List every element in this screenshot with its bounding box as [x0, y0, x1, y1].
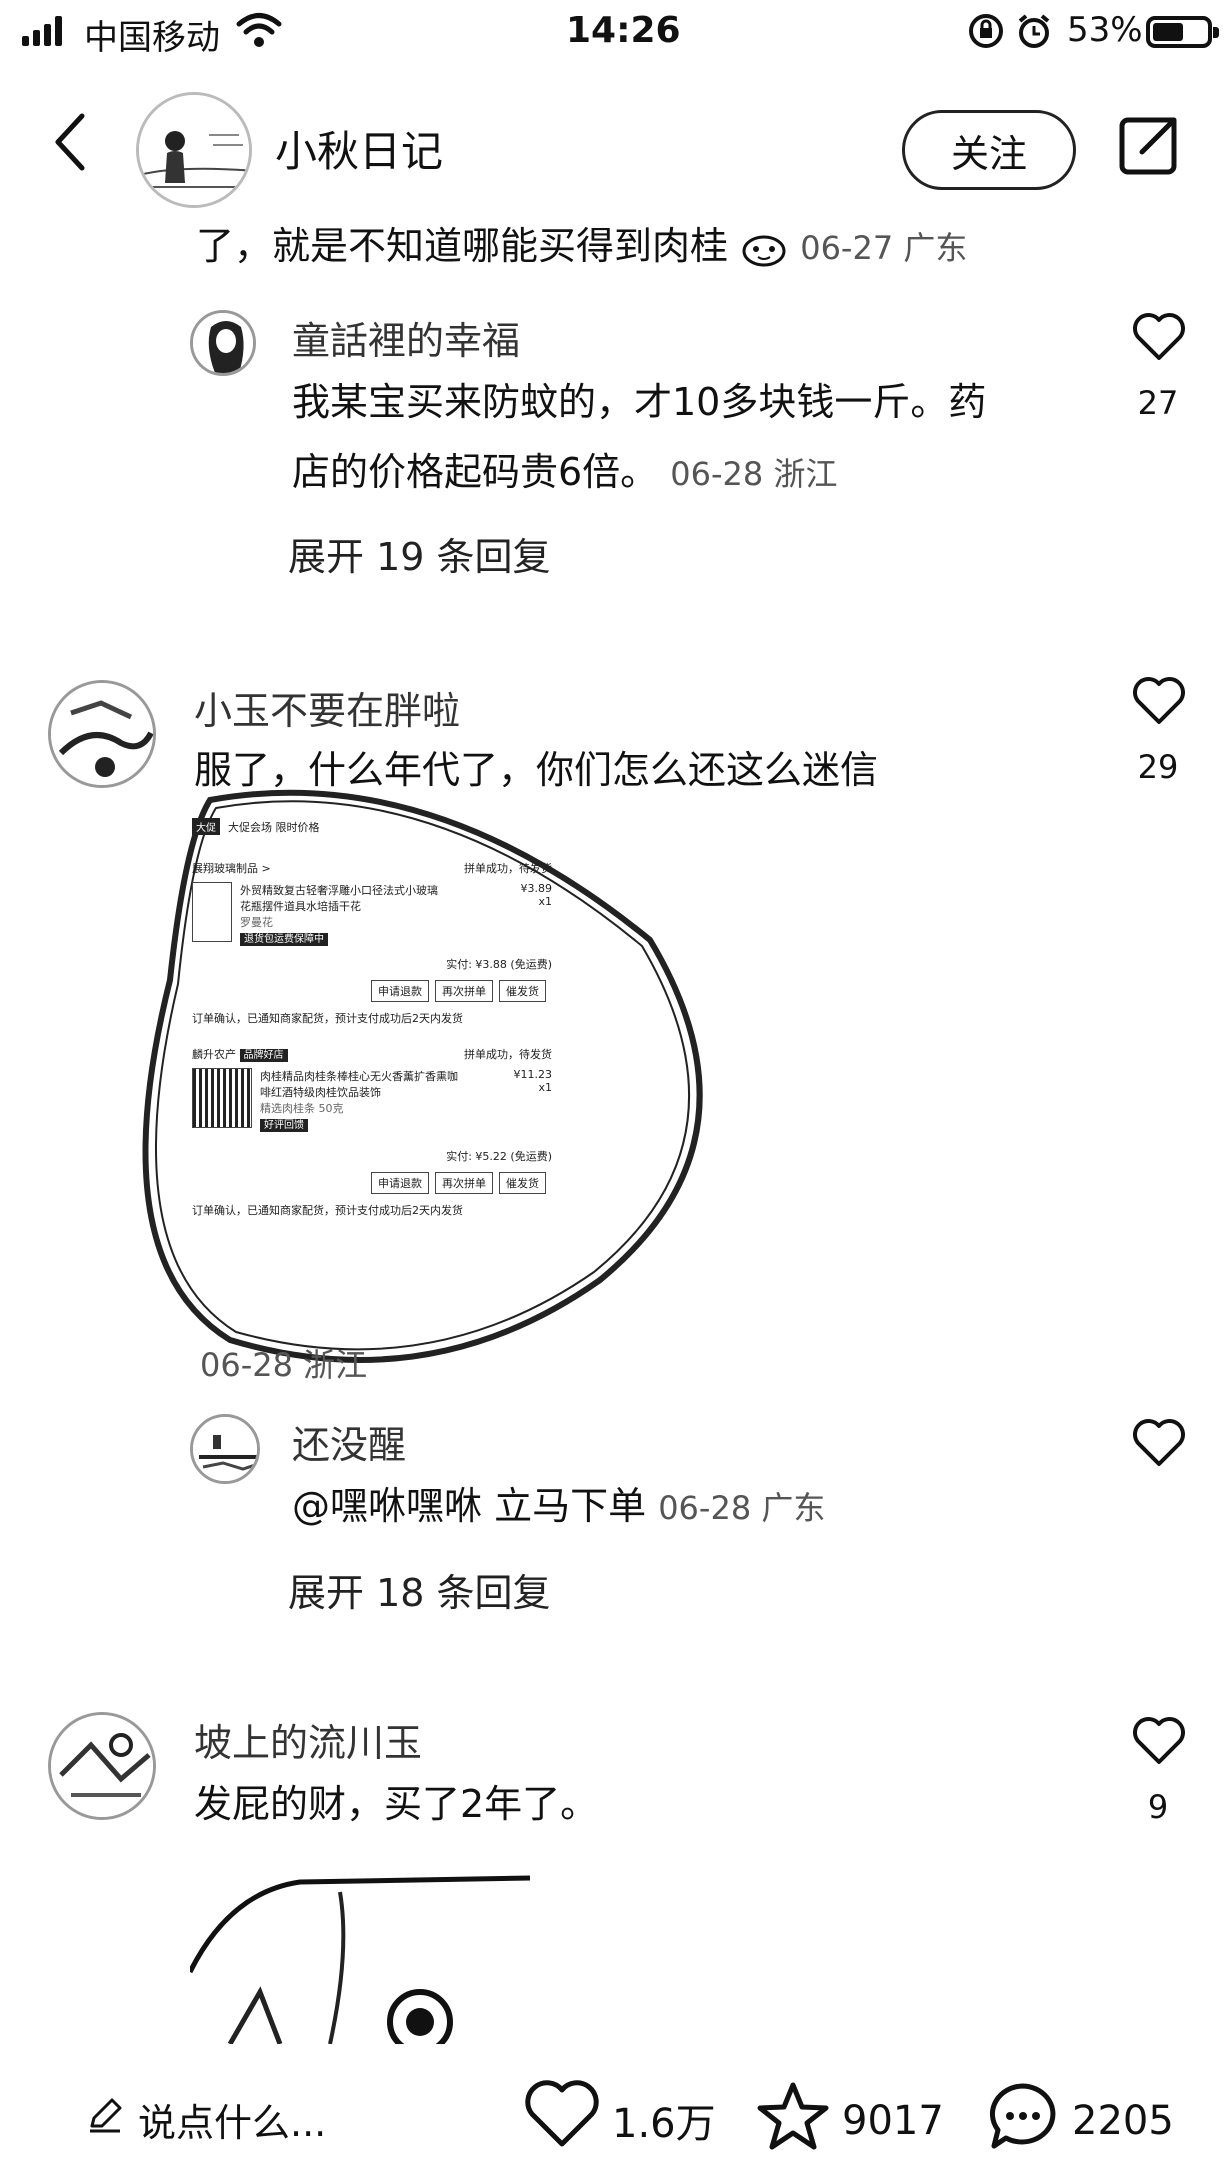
comment-text: 发屁的财，买了2年了。 [194, 1782, 599, 1826]
product-title: 肉桂精品肉桂条棒桂心无火香薰扩香熏咖 啡红酒特级肉桂饮品装饰 精选肉桂条 50克… [260, 1070, 458, 1132]
product-price: ¥11.23 [513, 1068, 553, 1081]
like-icon[interactable] [1130, 312, 1188, 366]
comment-total: 2205 [1072, 2098, 1174, 2144]
truncated-comment: 了，就是不知道哪能买得到肉桂 06-27 广东 [196, 216, 1056, 278]
emoji-icon [740, 224, 800, 268]
commenter-avatar[interactable] [190, 310, 256, 376]
back-button[interactable] [52, 112, 86, 176]
like-icon[interactable] [1130, 1716, 1188, 1770]
paid-amount: 实付: ¥3.88 (免运费) [446, 958, 552, 971]
commenter-avatar[interactable] [48, 1712, 156, 1820]
carrier-name: 中国移动 [84, 18, 220, 58]
refund-button: 申请退款 [371, 980, 429, 1002]
share-icon[interactable] [1118, 114, 1180, 180]
battery-icon [1146, 16, 1219, 48]
urge-shipping-button: 催发货 [499, 1172, 546, 1194]
commenter-name[interactable]: 还没醒 [292, 1414, 406, 1469]
favorite-button[interactable]: 9017 [756, 2080, 944, 2162]
wifi-icon [236, 10, 282, 59]
status-time: 14:26 [566, 10, 681, 51]
reorder-button: 再次拼单 [435, 980, 493, 1002]
alarm-icon [1015, 12, 1053, 59]
pencil-icon [86, 2096, 124, 2143]
paid-amount: 实付: ¥5.22 (免运费) [446, 1150, 552, 1163]
order-notice: 订单确认，已通知商家配货，预计支付成功后2天内发货 [192, 1012, 463, 1025]
comment-button[interactable]: 2205 [986, 2080, 1174, 2162]
comment-date: 06-28 浙江 [200, 1346, 368, 1384]
product-price: ¥3.89 [520, 882, 553, 895]
order-status: 拼单成功，待发货 [464, 862, 552, 875]
comment-image[interactable] [190, 1872, 530, 2044]
commenter-avatar[interactable] [48, 680, 156, 788]
expand-replies-button[interactable]: 展开 19 条回复 [288, 526, 551, 581]
truncated-comment-text: 了，就是不知道哪能买得到肉桂 [196, 224, 729, 268]
like-icon[interactable] [1130, 1418, 1188, 1472]
favorite-total: 9017 [842, 2098, 944, 2144]
comment-text: 我某宝买来防蚊的，才10多块钱一斤。药 [292, 380, 987, 424]
promo-header: 大促会场 限时价格 [228, 820, 320, 834]
order-status: 拼单成功，待发货 [464, 1048, 552, 1061]
comment-text-line2: 店的价格起码贵6倍。 [292, 450, 659, 494]
follow-button[interactable]: 关注 [902, 110, 1076, 190]
comment-text: @嘿咻嘿咻 立马下单 06-28 广东 [292, 1476, 825, 1538]
refund-button: 申请退款 [371, 1172, 429, 1194]
product-qty: x1 [538, 1081, 552, 1094]
status-bar: 中国移动 14:26 53% [0, 0, 1227, 64]
author-name[interactable]: 小秋日记 [275, 118, 443, 179]
signal-strength-icon [22, 16, 62, 46]
like-count: 9 [1147, 1788, 1169, 1826]
comment-date: 06-28 广东 [658, 1489, 826, 1527]
like-button[interactable]: 1.6万 [524, 2080, 716, 2160]
shop-name: 展翔玻璃制品 > [192, 862, 271, 875]
comment-date: 06-28 浙江 [670, 455, 838, 493]
order-notice: 订单确认，已通知商家配货，预计支付成功后2天内发货 [192, 1204, 463, 1217]
urge-shipping-button: 催发货 [499, 980, 546, 1002]
promo-badge: 大促 [192, 818, 220, 835]
like-count: 29 [1137, 748, 1179, 786]
like-total: 1.6万 [612, 2101, 716, 2147]
product-title: 外贸精致复古轻奢浮雕小口径法式小玻璃 花瓶摆件道具水培插干花 罗曼花 退货包运费… [240, 884, 438, 946]
reorder-button: 再次拼单 [435, 1172, 493, 1194]
product-thumbnail [192, 1068, 252, 1128]
commenter-name[interactable]: 童話裡的幸福 [292, 310, 520, 365]
product-thumbnail [192, 882, 232, 942]
like-count: 27 [1137, 384, 1179, 422]
shop-name: 麟升农产 [192, 1048, 236, 1061]
heart-icon [524, 2080, 600, 2160]
commenter-name[interactable]: 坡上的流川玉 [194, 1712, 422, 1767]
expand-replies-button[interactable]: 展开 18 条回复 [288, 1562, 551, 1617]
comment-text: 店的价格起码贵6倍。 06-28 浙江 [292, 442, 837, 504]
comment-input-placeholder: 说点什么... [138, 2101, 327, 2145]
like-icon[interactable] [1130, 676, 1188, 730]
reply-text: @嘿咻嘿咻 立马下单 [292, 1484, 647, 1528]
rotation-lock-icon [967, 12, 1005, 59]
author-avatar[interactable] [136, 92, 252, 208]
product-qty: x1 [538, 895, 552, 908]
comment-date: 06-27 广东 [800, 229, 968, 267]
order-screenshot: 大促 大促会场 限时价格 展翔玻璃制品 > 拼单成功，待发货 外贸精致复古轻奢浮… [192, 810, 552, 1310]
shop-tag: 品牌好店 [239, 1049, 288, 1062]
battery-percentage: 53% [1067, 10, 1143, 50]
star-icon [756, 2080, 830, 2162]
commenter-avatar[interactable] [190, 1414, 260, 1484]
comment-input[interactable]: 说点什么... [86, 2092, 326, 2147]
commenter-name[interactable]: 小玉不要在胖啦 [194, 680, 460, 735]
chat-bubble-icon [986, 2080, 1060, 2162]
